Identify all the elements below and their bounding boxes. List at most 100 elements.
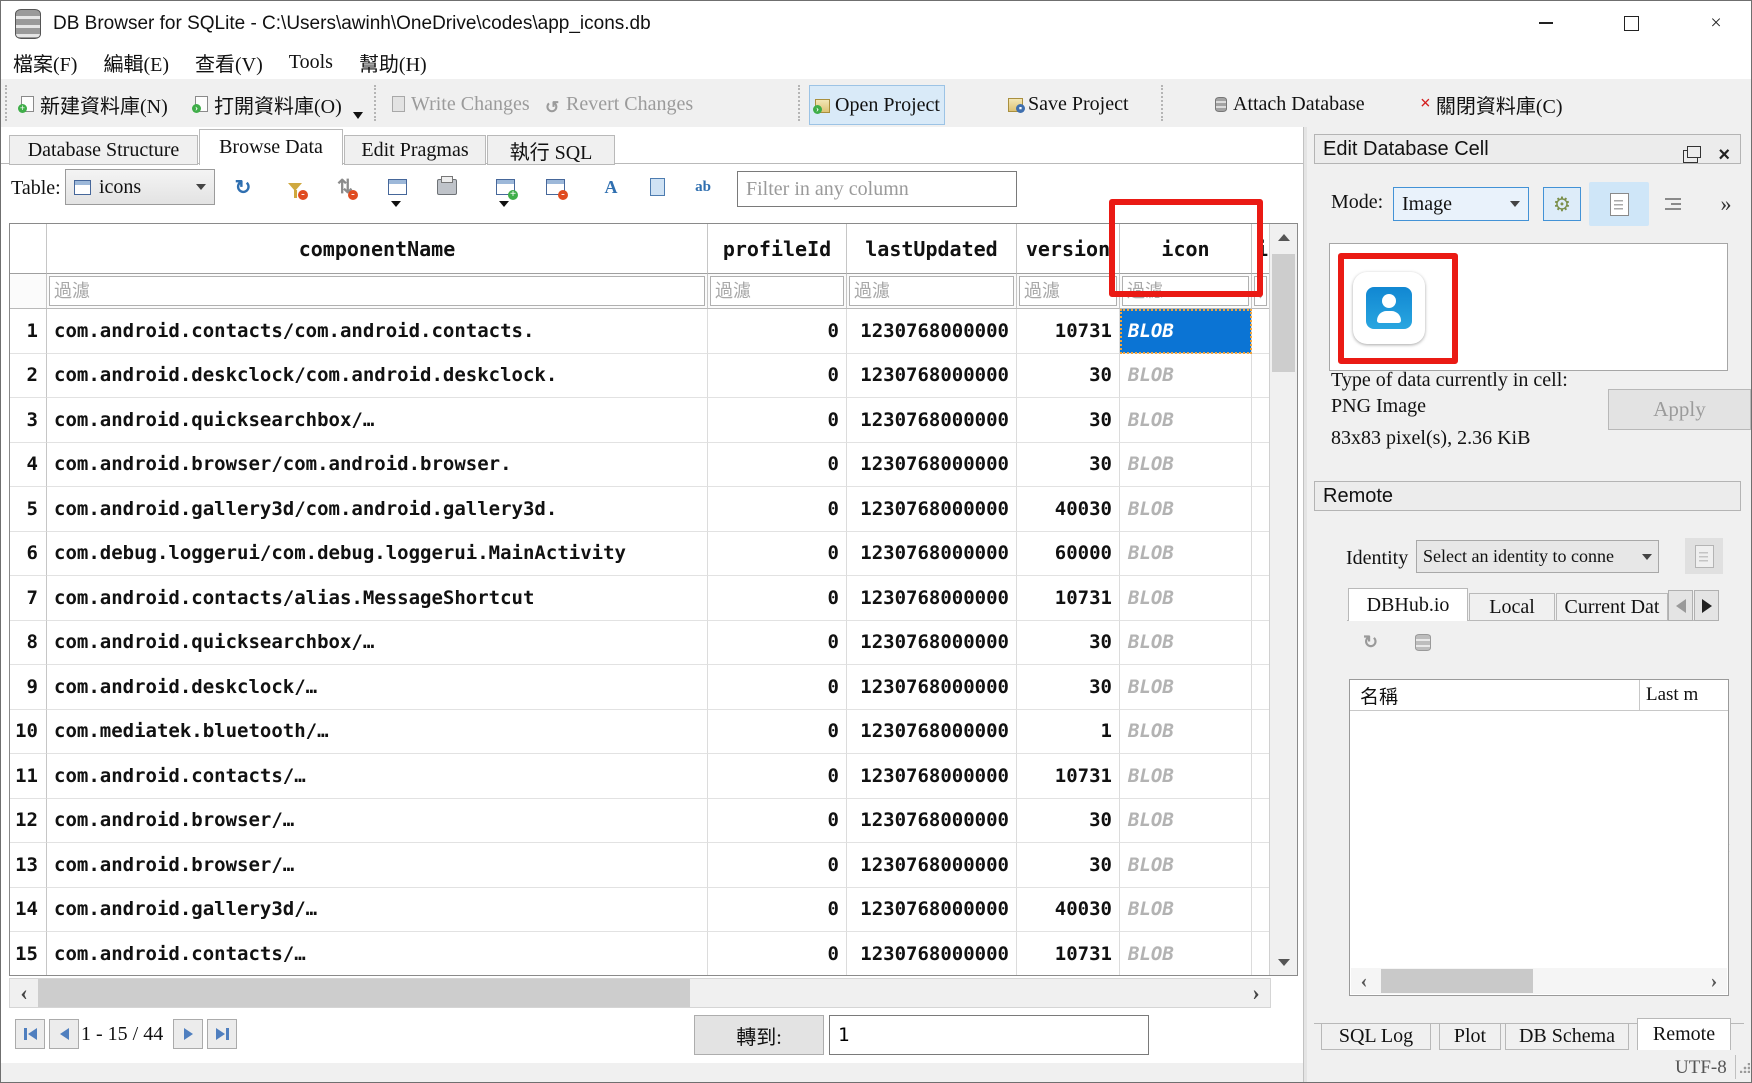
cell-profileId[interactable]: 0: [708, 398, 847, 443]
cell-version[interactable]: 30: [1017, 443, 1120, 488]
cell-componentName[interactable]: com.android.browser/…: [47, 843, 708, 888]
cell-version[interactable]: 30: [1017, 665, 1120, 710]
cell-lastUpdated[interactable]: 1230768000000: [847, 754, 1017, 799]
tab-edit-pragmas[interactable]: Edit Pragmas: [344, 135, 486, 165]
cell-version[interactable]: 10731: [1017, 309, 1120, 354]
menu-tools[interactable]: Tools: [289, 51, 333, 74]
cell-componentName[interactable]: com.android.contacts/com.android.contact…: [47, 309, 708, 354]
row-number[interactable]: 8: [10, 621, 47, 666]
row-number[interactable]: 13: [10, 843, 47, 888]
cell-icon-blob[interactable]: BLOB: [1120, 621, 1252, 666]
row-number[interactable]: 12: [10, 799, 47, 844]
cell-overflow[interactable]: [1252, 621, 1270, 666]
cell-lastUpdated[interactable]: 1230768000000: [847, 932, 1017, 975]
row-number[interactable]: 11: [10, 754, 47, 799]
tab-sql-log[interactable]: SQL Log: [1321, 1023, 1431, 1050]
cell-componentName[interactable]: com.android.quicksearchbox/…: [47, 398, 708, 443]
apply-button[interactable]: Apply: [1608, 389, 1751, 430]
remote-tab-local[interactable]: Local: [1469, 593, 1555, 621]
row-number[interactable]: 7: [10, 576, 47, 621]
cell-overflow[interactable]: [1252, 398, 1270, 443]
tab-browse-data[interactable]: Browse Data: [199, 129, 343, 165]
cell-version[interactable]: 30: [1017, 799, 1120, 844]
identity-select[interactable]: Select an identity to conne: [1416, 540, 1659, 573]
cell-profileId[interactable]: 0: [708, 932, 847, 975]
header-icon[interactable]: icon: [1120, 224, 1252, 274]
vertical-scrollbar[interactable]: [1269, 224, 1297, 975]
cell-overflow[interactable]: [1252, 487, 1270, 532]
cell-icon-blob[interactable]: BLOB: [1120, 754, 1252, 799]
cell-componentName[interactable]: com.android.contacts/…: [47, 754, 708, 799]
header-version[interactable]: version: [1017, 224, 1120, 274]
clear-filters-button[interactable]: -: [281, 173, 309, 201]
cell-version[interactable]: 30: [1017, 354, 1120, 399]
cell-overflow[interactable]: [1252, 532, 1270, 577]
mode-select[interactable]: Image: [1393, 187, 1529, 221]
cell-lastUpdated[interactable]: 1230768000000: [847, 532, 1017, 577]
clear-sorting-button[interactable]: ⇅-: [331, 173, 359, 201]
cell-version[interactable]: 30: [1017, 398, 1120, 443]
remote-tab-current-database[interactable]: Current Dat: [1556, 593, 1668, 621]
open-project-button[interactable]: › Open Project: [809, 85, 945, 125]
close-database-button[interactable]: × 關閉資料庫(C): [1416, 85, 1567, 123]
cell-componentName[interactable]: com.mediatek.bluetooth/…: [47, 710, 708, 755]
font-button[interactable]: A: [597, 173, 625, 201]
tab-remote[interactable]: Remote: [1637, 1018, 1731, 1050]
minimize-button[interactable]: [1523, 7, 1569, 39]
save-project-button[interactable]: ▪ Save Project: [1003, 85, 1133, 123]
cell-version[interactable]: 40030: [1017, 487, 1120, 532]
filter-overflow-input[interactable]: [1254, 276, 1267, 306]
cell-lastUpdated[interactable]: 1230768000000: [847, 487, 1017, 532]
cell-componentName[interactable]: com.android.browser/com.android.browser.: [47, 443, 708, 488]
cell-lastUpdated[interactable]: 1230768000000: [847, 799, 1017, 844]
save-table-button[interactable]: [383, 173, 411, 201]
remote-upload-icon[interactable]: [1415, 634, 1431, 651]
cell-lastUpdated[interactable]: 1230768000000: [847, 888, 1017, 933]
row-number[interactable]: 1: [10, 309, 47, 354]
scroll-right-button[interactable]: ›: [1701, 968, 1727, 994]
cell-componentName[interactable]: com.android.quicksearchbox/…: [47, 621, 708, 666]
remote-tab-dbhub[interactable]: DBHub.io: [1348, 588, 1468, 621]
scroll-right-button[interactable]: ›: [1242, 979, 1270, 1007]
remote-scrollbar-thumb[interactable]: [1381, 969, 1533, 993]
cell-overflow[interactable]: [1252, 799, 1270, 844]
cell-componentName[interactable]: com.android.gallery3d/com.android.galler…: [47, 487, 708, 532]
word-wrap-button[interactable]: [1657, 187, 1689, 221]
menu-view[interactable]: 查看(V): [195, 48, 263, 77]
cell-overflow[interactable]: [1252, 754, 1270, 799]
row-number[interactable]: 5: [10, 487, 47, 532]
cell-profileId[interactable]: 0: [708, 710, 847, 755]
scroll-left-button[interactable]: ‹: [1351, 968, 1377, 994]
cell-profileId[interactable]: 0: [708, 799, 847, 844]
cell-icon-blob[interactable]: BLOB: [1120, 354, 1252, 399]
header-profileId[interactable]: profileId: [708, 224, 847, 274]
cell-version[interactable]: 60000: [1017, 532, 1120, 577]
cell-icon-blob[interactable]: BLOB: [1120, 888, 1252, 933]
cell-profileId[interactable]: 0: [708, 309, 847, 354]
horizontal-scrollbar[interactable]: ‹ ›: [9, 978, 1271, 1008]
previous-record-button[interactable]: [49, 1019, 79, 1049]
horizontal-scrollbar-thumb[interactable]: [38, 979, 690, 1007]
close-panel-icon[interactable]: ×: [1718, 144, 1730, 167]
filter-componentName-input[interactable]: [49, 276, 705, 306]
tab-plot[interactable]: Plot: [1439, 1023, 1501, 1050]
cell-lastUpdated[interactable]: 1230768000000: [847, 398, 1017, 443]
insert-record-button[interactable]: +: [491, 173, 519, 201]
close-button[interactable]: ×: [1693, 7, 1739, 39]
remote-col-name[interactable]: 名稱: [1350, 680, 1640, 710]
open-database-button[interactable]: › 打開資料庫(O): [189, 85, 346, 123]
cell-componentName[interactable]: com.android.browser/…: [47, 799, 708, 844]
print-button[interactable]: [433, 173, 461, 201]
menu-file[interactable]: 檔案(F): [13, 48, 77, 77]
cell-version[interactable]: 10731: [1017, 932, 1120, 975]
cell-icon-blob[interactable]: BLOB: [1120, 843, 1252, 888]
row-number[interactable]: 15: [10, 932, 47, 975]
cell-overflow[interactable]: [1252, 443, 1270, 488]
cell-icon-blob[interactable]: BLOB: [1120, 710, 1252, 755]
row-number[interactable]: 10: [10, 710, 47, 755]
filter-icon-input[interactable]: [1122, 276, 1249, 306]
cell-componentName[interactable]: com.android.contacts/…: [47, 932, 708, 975]
goto-record-input[interactable]: [829, 1015, 1149, 1055]
cell-overflow[interactable]: [1252, 354, 1270, 399]
cell-icon-blob[interactable]: BLOB: [1120, 532, 1252, 577]
